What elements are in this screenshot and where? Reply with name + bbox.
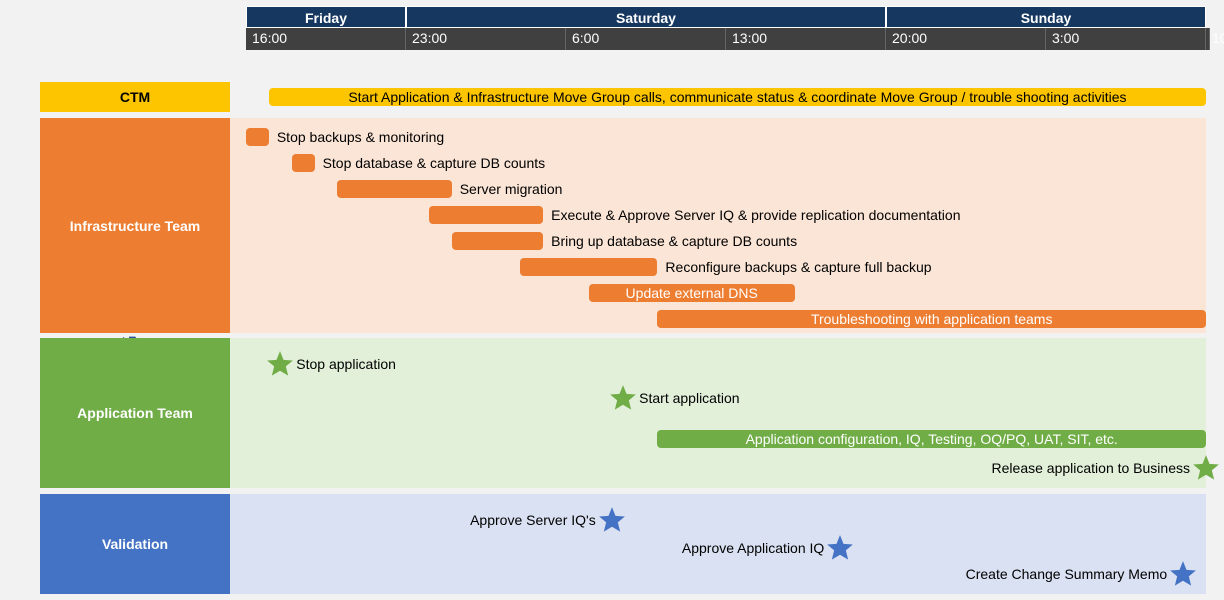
bar <box>520 258 657 276</box>
bar <box>246 128 269 146</box>
lane-label-infra: Infrastructure Team <box>40 118 230 333</box>
bar <box>429 206 543 224</box>
bar-label: Update external DNS <box>589 284 795 302</box>
time-tick-label: 6:00 <box>572 30 599 46</box>
bar-label: Application configuration, IQ, Testing, … <box>657 430 1206 448</box>
bar <box>292 154 315 172</box>
day-header-friday: Friday <box>246 6 406 28</box>
time-tick-label: 23:00 <box>412 30 447 46</box>
time-tick-label: 3:00 <box>1052 30 1079 46</box>
time-tick-label: 13:00 <box>732 30 767 46</box>
time-tick-label: 16:00 <box>252 30 287 46</box>
lane-label-text: Validation <box>102 536 168 552</box>
bar-label: Stop database & capture DB counts <box>323 154 546 172</box>
day-header-sunday: Sunday <box>886 6 1206 28</box>
bar-label: Start Application & Infrastructure Move … <box>269 88 1206 106</box>
lane-label-app: Application Team <box>40 338 230 488</box>
lane-label-text: Application Team <box>77 405 193 421</box>
star-icon <box>1192 454 1220 482</box>
time-tick: 10:00 <box>1206 28 1210 50</box>
lane-label-text: Infrastructure Team <box>70 218 200 234</box>
star-icon <box>609 384 637 412</box>
star-label: Approve Server IQ's <box>470 511 596 529</box>
star-label: Approve Application IQ <box>682 539 824 557</box>
bar-label: Bring up database & capture DB counts <box>551 232 797 250</box>
time-tick: 13:00 <box>726 28 886 50</box>
time-tick: 20:00 <box>886 28 1046 50</box>
lane-label-val: Validation <box>40 494 230 594</box>
bar <box>452 232 543 250</box>
star-label: Start application <box>639 389 739 407</box>
bar-label: Troubleshooting with application teams <box>657 310 1206 328</box>
time-tick: 16:00 <box>246 28 406 50</box>
bar-label: Reconfigure backups & capture full backu… <box>665 258 931 276</box>
time-tick-label: 20:00 <box>892 30 927 46</box>
star-icon <box>266 350 294 378</box>
star-label: Stop application <box>296 355 396 373</box>
lane-label-ctm: CTM <box>40 82 230 112</box>
lane-label-text: CTM <box>120 89 150 105</box>
bar-label: Server migration <box>460 180 563 198</box>
bar <box>337 180 451 198</box>
bar-label: Stop backups & monitoring <box>277 128 444 146</box>
time-tick: 23:00 <box>406 28 566 50</box>
time-tick: 3:00 <box>1046 28 1206 50</box>
star-icon <box>826 534 854 562</box>
day-header-saturday: Saturday <box>406 6 886 28</box>
star-label: Create Change Summary Memo <box>966 565 1168 583</box>
star-label: Release application to Business <box>992 459 1190 477</box>
time-tick-label: 10:00 <box>1212 30 1224 46</box>
star-icon <box>1169 560 1197 588</box>
star-icon <box>598 506 626 534</box>
bar-label: Execute & Approve Server IQ & provide re… <box>551 206 960 224</box>
time-tick: 6:00 <box>566 28 726 50</box>
